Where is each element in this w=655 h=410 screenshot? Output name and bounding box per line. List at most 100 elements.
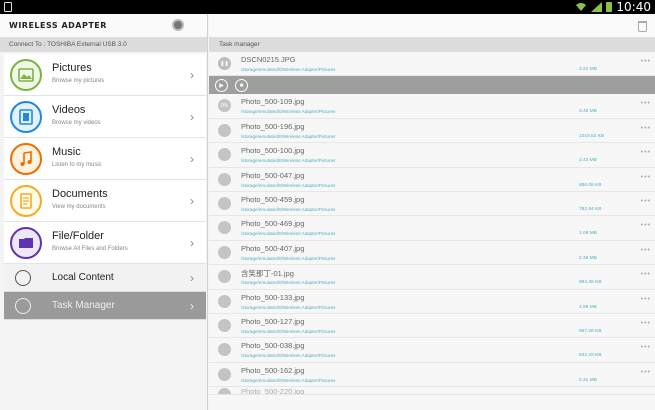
panel-title: Task manager	[209, 38, 655, 52]
file-path: /storage/emulated/0/Wireless Adapter/Pic…	[241, 353, 336, 359]
chevron-right-icon: ›	[190, 194, 194, 208]
more-icon[interactable]: •••	[641, 271, 651, 278]
transfer-controls: ▶ ■	[209, 76, 655, 95]
file-size: 1.99 MB	[579, 304, 597, 310]
more-icon[interactable]: •••	[641, 369, 651, 376]
nav-item-subtitle: Listen to my music	[52, 162, 102, 168]
panel-header	[209, 14, 655, 38]
task-row[interactable]: Photo_500-038.jpg /storage/emulated/0/Wi…	[209, 338, 655, 363]
file-path: /storage/emulated/0/Wireless Adapter/Pic…	[241, 304, 336, 310]
folder-icon	[10, 227, 42, 259]
task-row-partial[interactable]: Photo_500-220.jpg	[209, 387, 655, 396]
more-icon[interactable]: •••	[641, 58, 651, 65]
file-size: 2.38 MB	[579, 255, 597, 261]
clock-icon	[218, 196, 231, 210]
file-path: /storage/emulated/0/Wireless Adapter/Pic…	[241, 182, 336, 188]
clock-icon	[218, 367, 231, 381]
music-icon	[10, 143, 42, 175]
pictures-icon	[10, 59, 42, 91]
file-name: DSCN0215.JPG	[241, 55, 296, 64]
task-row[interactable]: Photo_500-133.jpg /storage/emulated/0/Wi…	[209, 289, 655, 314]
play-icon[interactable]: ▶	[215, 79, 228, 93]
clock-icon	[218, 123, 231, 137]
task-row[interactable]: 0% Photo_500-109.jpg /storage/emulated/0…	[209, 94, 655, 119]
pause-icon[interactable]: ❚❚	[218, 57, 231, 70]
clock-icon	[218, 221, 231, 235]
chevron-right-icon: ›	[190, 68, 194, 82]
wifi-icon	[576, 3, 587, 11]
nav-item-documents[interactable]: Documents View my documents ›	[4, 180, 206, 222]
nav-item-subtitle: View my documents	[52, 204, 106, 210]
file-name: Photo_500-109.jpg	[241, 97, 305, 107]
videos-icon	[10, 101, 42, 133]
file-name: Photo_500-038.jpg	[241, 341, 305, 351]
file-size: 2.31 MB	[579, 377, 597, 383]
task-manager-icon	[15, 298, 31, 314]
file-name: Photo_500-100.jpg	[241, 146, 305, 156]
chevron-right-icon: ›	[190, 299, 194, 313]
file-name: Photo_500-047.jpg	[241, 170, 305, 180]
task-row[interactable]: Photo_500-127.jpg /storage/emulated/0/Wi…	[209, 313, 655, 339]
signal-icon	[591, 2, 603, 12]
clock-icon: 0%	[218, 99, 231, 113]
more-icon[interactable]: •••	[641, 125, 651, 132]
file-path: /storage/emulated/0/Wireless Adapter/Pic…	[241, 231, 336, 237]
gear-icon[interactable]	[172, 19, 184, 31]
battery-icon	[606, 2, 613, 12]
task-row[interactable]: Photo_500-196.jpg /storage/emulated/0/Wi…	[209, 118, 655, 144]
nav-item-music[interactable]: Music Listen to my music ›	[4, 138, 206, 180]
more-icon[interactable]: •••	[641, 320, 651, 327]
clock-icon	[218, 245, 231, 259]
task-row[interactable]: Photo_500-100.jpg /storage/emulated/0/Wi…	[209, 143, 655, 168]
task-row[interactable]: 含笑那丁-01.jpg /storage/emulated/0/Wireless…	[209, 265, 655, 290]
file-path: /storage/emulated/0/Wireless Adapter/Pic…	[241, 67, 336, 72]
status-icons: 10:40	[575, 0, 651, 14]
nav-item-label: Documents	[52, 188, 108, 200]
nav-item-subtitle: Browse my videos	[52, 120, 101, 126]
more-icon[interactable]: •••	[641, 198, 651, 205]
file-name: Photo_500-407.jpg	[241, 243, 305, 253]
stop-icon[interactable]: ■	[235, 79, 248, 93]
file-name: Photo_500-220.jpg	[241, 387, 305, 396]
more-icon[interactable]: •••	[641, 247, 651, 254]
more-icon[interactable]: •••	[641, 174, 651, 181]
clock: 10:40	[616, 0, 651, 14]
nav-item-pictures[interactable]: Pictures Browse my pictures ›	[4, 54, 206, 96]
file-path: /storage/emulated/0/Wireless Adapter/Pic…	[241, 280, 336, 286]
nav-item-local-content[interactable]: Local Content ›	[4, 264, 206, 292]
more-icon[interactable]: •••	[641, 149, 651, 156]
task-row-current[interactable]: ❚❚ DSCN0215.JPG /storage/emulated/0/Wire…	[209, 52, 655, 77]
chevron-right-icon: ›	[190, 110, 194, 124]
file-size: 632.29 KB	[579, 353, 602, 359]
local-content-icon	[15, 270, 31, 286]
more-icon[interactable]: •••	[641, 100, 651, 107]
file-size: 894.38 KB	[579, 280, 602, 286]
nav-item-label: Task Manager	[52, 300, 115, 311]
file-name: Photo_500-162.jpg	[241, 365, 305, 375]
file-size: 782.94 KB	[579, 206, 602, 212]
task-row[interactable]: Photo_500-162.jpg /storage/emulated/0/Wi…	[209, 362, 655, 388]
nav-item-videos[interactable]: Videos Browse my videos ›	[4, 96, 206, 138]
file-path: /storage/emulated/0/Wireless Adapter/Pic…	[241, 377, 336, 383]
file-size: 1.08 MB	[579, 231, 597, 237]
more-icon[interactable]: •••	[641, 222, 651, 229]
nav-item-file-folder[interactable]: File/Folder Browse All Files and Folders…	[4, 222, 206, 264]
file-name: Photo_500-459.jpg	[241, 194, 305, 204]
file-name: Photo_500-469.jpg	[241, 219, 305, 229]
trash-icon[interactable]	[638, 21, 647, 32]
clock-icon	[218, 343, 231, 357]
nav-item-task-manager[interactable]: Task Manager ›	[4, 292, 206, 320]
task-row[interactable]: Photo_500-407.jpg /storage/emulated/0/Wi…	[209, 240, 655, 266]
task-row[interactable]: Photo_500-469.jpg /storage/emulated/0/Wi…	[209, 216, 655, 241]
file-path: /storage/emulated/0/Wireless Adapter/Pic…	[241, 109, 336, 115]
nav-item-label: Videos	[52, 104, 86, 116]
task-row[interactable]: Photo_500-459.jpg /storage/emulated/0/Wi…	[209, 191, 655, 217]
file-name: Photo_500-196.jpg	[241, 121, 305, 131]
file-size: 887.28 KB	[579, 328, 602, 334]
more-icon[interactable]: •••	[641, 296, 651, 303]
task-row[interactable]: Photo_500-047.jpg /storage/emulated/0/Wi…	[209, 167, 655, 192]
nav-list: Pictures Browse my pictures › Videos Bro…	[4, 54, 206, 320]
more-icon[interactable]: •••	[641, 344, 651, 351]
chevron-right-icon: ›	[190, 152, 194, 166]
file-path: /storage/emulated/0/Wireless Adapter/Pic…	[241, 206, 336, 212]
